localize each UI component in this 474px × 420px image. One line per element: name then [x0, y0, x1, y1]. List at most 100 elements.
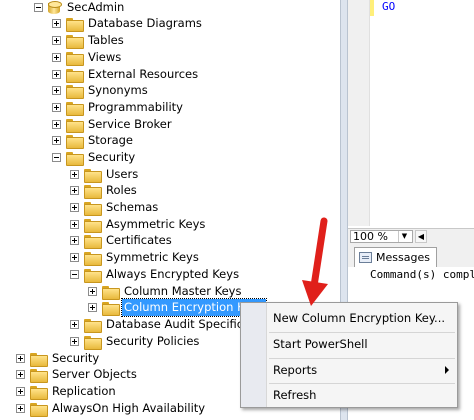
chevron-down-icon[interactable]: ▼	[397, 230, 410, 242]
scroll-left-icon[interactable]: ◀	[414, 229, 427, 243]
tree-node-service-broker[interactable]: Service Broker	[52, 116, 174, 133]
menu-item-refresh[interactable]: Refresh	[267, 384, 457, 406]
tree-node-alwayson-high-availability[interactable]: AlwaysOn High Availability	[16, 400, 207, 417]
folder-icon	[66, 151, 84, 166]
folder-icon	[30, 368, 48, 383]
expand-icon[interactable]	[52, 19, 61, 28]
tree-node-external-resources[interactable]: External Resources	[52, 66, 200, 83]
collapse-icon[interactable]	[70, 270, 79, 279]
folder-icon	[66, 17, 84, 32]
tree-node-label: Synonyms	[88, 83, 148, 97]
menu-item-label: Reports	[273, 363, 318, 377]
tree-node-asymmetric-keys[interactable]: Asymmetric Keys	[70, 216, 207, 233]
expand-icon[interactable]	[70, 186, 79, 195]
tree-node-label: Column Master Keys	[124, 284, 242, 298]
tree-node-server-security[interactable]: Security	[16, 350, 101, 367]
tree-node-storage[interactable]: Storage	[52, 132, 135, 149]
expand-icon[interactable]	[16, 370, 25, 379]
tree-node-replication[interactable]: Replication	[16, 383, 118, 400]
expand-icon[interactable]	[70, 236, 79, 245]
collapse-icon[interactable]	[52, 153, 61, 162]
tree-node-tables[interactable]: Tables	[52, 32, 126, 49]
tree-node-programmability[interactable]: Programmability	[52, 99, 185, 116]
tree-node-label: SecAdmin	[67, 0, 125, 14]
expand-icon[interactable]	[52, 36, 61, 45]
folder-icon	[84, 335, 102, 350]
expand-icon[interactable]	[70, 203, 79, 212]
tree-node-label: Security	[88, 150, 136, 164]
folder-icon	[84, 201, 102, 216]
expand-icon[interactable]	[52, 70, 61, 79]
folder-icon	[66, 118, 84, 133]
expand-icon[interactable]	[88, 287, 97, 296]
editor-zoom-bar: 100 % ▼ ◀	[348, 228, 474, 243]
folder-icon	[66, 134, 84, 149]
code-line: GO	[382, 0, 396, 13]
collapse-icon[interactable]	[34, 3, 43, 12]
expand-icon[interactable]	[70, 170, 79, 179]
zoom-value: 100 %	[353, 229, 388, 243]
expand-icon[interactable]	[88, 303, 97, 312]
results-tab-strip: Messages	[348, 243, 474, 267]
menu-icon-gutter	[241, 303, 267, 407]
editor-margin	[348, 0, 370, 226]
expand-icon[interactable]	[52, 103, 61, 112]
expand-icon[interactable]	[16, 404, 25, 413]
tree-node-label: Database Diagrams	[88, 16, 202, 30]
folder-icon	[102, 285, 120, 300]
folder-icon	[84, 251, 102, 266]
tree-node-column-master-keys[interactable]: Column Master Keys	[88, 283, 243, 300]
change-tracking-bar	[370, 0, 374, 16]
tree-node-synonyms[interactable]: Synonyms	[52, 82, 150, 99]
expand-icon[interactable]	[70, 220, 79, 229]
tab-messages[interactable]: Messages	[354, 247, 437, 267]
tree-node-label: Roles	[106, 183, 137, 197]
folder-icon	[66, 101, 84, 116]
expand-icon[interactable]	[52, 53, 61, 62]
menu-item-reports[interactable]: Reports	[267, 359, 457, 381]
folder-icon	[66, 84, 84, 99]
tree-node-label: Views	[88, 50, 122, 64]
context-menu: New Column Encryption Key... Start Power…	[240, 302, 458, 408]
tree-node-label: Server Objects	[52, 367, 137, 381]
zoom-select[interactable]: 100 % ▼	[350, 229, 413, 243]
folder-icon	[30, 402, 48, 417]
tree-node-roles[interactable]: Roles	[70, 182, 139, 199]
tree-node-views[interactable]: Views	[52, 49, 123, 66]
submenu-arrow-icon	[445, 366, 449, 374]
expand-icon[interactable]	[70, 320, 79, 329]
messages-icon	[359, 252, 372, 263]
folder-icon	[84, 268, 102, 283]
tree-node-certificates[interactable]: Certificates	[70, 232, 174, 249]
folder-icon	[30, 352, 48, 367]
tree-node-database-diagrams[interactable]: Database Diagrams	[52, 15, 204, 32]
tree-node-label: Symmetric Keys	[106, 250, 199, 264]
tree-node-database[interactable]: SecAdmin	[34, 0, 126, 16]
tree-node-label: Users	[106, 167, 139, 181]
tree-node-label: Security Policies	[106, 334, 200, 348]
expand-icon[interactable]	[52, 120, 61, 129]
query-editor[interactable]: GO	[348, 0, 474, 226]
tree-node-users[interactable]: Users	[70, 166, 140, 183]
menu-item-start-powershell[interactable]: Start PowerShell	[267, 333, 457, 355]
expand-icon[interactable]	[52, 136, 61, 145]
folder-icon	[66, 34, 84, 49]
tree-node-schemas[interactable]: Schemas	[70, 199, 160, 216]
expand-icon[interactable]	[52, 86, 61, 95]
folder-icon	[84, 218, 102, 233]
expand-icon[interactable]	[16, 354, 25, 363]
database-icon	[48, 0, 62, 15]
tree-node-label: Certificates	[106, 233, 172, 247]
tree-node-security[interactable]: Security	[52, 149, 137, 166]
tree-node-symmetric-keys[interactable]: Symmetric Keys	[70, 249, 201, 266]
menu-item-new-column-encryption-key[interactable]: New Column Encryption Key...	[267, 307, 457, 329]
tree-node-label: Security	[52, 351, 100, 365]
expand-icon[interactable]	[16, 387, 25, 396]
folder-icon	[102, 301, 120, 316]
tree-node-label: External Resources	[88, 67, 199, 81]
tree-node-server-objects[interactable]: Server Objects	[16, 366, 139, 383]
tree-node-always-encrypted-keys[interactable]: Always Encrypted Keys	[70, 266, 241, 283]
expand-icon[interactable]	[70, 337, 79, 346]
tree-node-security-policies[interactable]: Security Policies	[70, 333, 201, 350]
expand-icon[interactable]	[70, 253, 79, 262]
